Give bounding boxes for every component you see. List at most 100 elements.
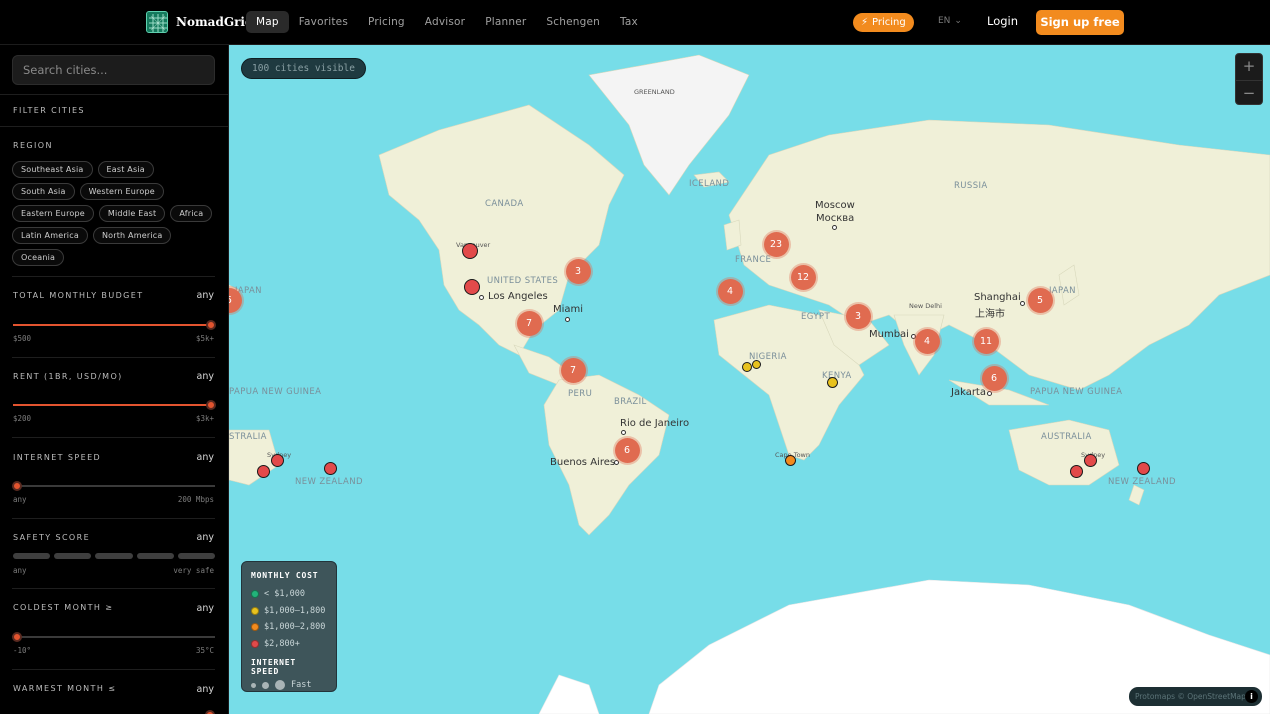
city-marker-lagos[interactable]	[742, 362, 752, 372]
safety-min: any	[13, 566, 27, 575]
zoom-out-button[interactable]: −	[1236, 80, 1262, 106]
city-marker-auckland-left[interactable]	[324, 462, 337, 475]
region-chip-east-asia[interactable]: East Asia	[97, 161, 154, 178]
city-marker-melbourne-left[interactable]	[257, 465, 270, 478]
city-marker-accra[interactable]	[752, 360, 761, 369]
region-chips: Southeast Asia East Asia South Asia West…	[12, 161, 217, 266]
city-marker-auckland[interactable]	[1137, 462, 1150, 475]
city-cluster[interactable]: 5	[1027, 287, 1053, 313]
city-marker-nairobi[interactable]	[827, 377, 838, 388]
rent-label: RENT (1BR, USD/MO)	[13, 372, 123, 381]
nav-map[interactable]: Map	[246, 11, 289, 33]
nav-planner[interactable]: Planner	[475, 11, 536, 33]
map-label-papua: PAPUA NEW GUINEA	[1030, 387, 1123, 397]
nav-advisor[interactable]: Advisor	[415, 11, 475, 33]
region-chip-latin-america[interactable]: Latin America	[12, 227, 88, 244]
coldest-slider[interactable]	[12, 632, 215, 642]
slider-handle[interactable]	[12, 632, 22, 642]
nav-pricing[interactable]: Pricing	[358, 11, 415, 33]
nav-tax[interactable]: Tax	[610, 11, 648, 33]
city-cluster[interactable]: 7	[560, 357, 586, 383]
city-marker-sydney-left[interactable]	[271, 454, 284, 467]
safety-bar[interactable]	[177, 553, 216, 559]
safety-bar[interactable]	[136, 553, 174, 559]
city-pin	[987, 391, 992, 396]
budget-min: $500	[13, 334, 32, 343]
nav-schengen[interactable]: Schengen	[536, 11, 610, 33]
zoom-in-button[interactable]: +	[1236, 54, 1262, 80]
map-label-brazil: BRAZIL	[614, 397, 647, 407]
divider	[0, 94, 228, 95]
map-label-united-states: UNITED STATES	[487, 276, 559, 286]
rent-max: $3k+	[195, 414, 214, 423]
warmest-slider[interactable]	[13, 710, 215, 714]
safety-bar[interactable]	[95, 553, 133, 559]
region-chip-western-europe[interactable]: Western Europe	[79, 183, 164, 200]
map-label-shanghai-cn: 上海市	[975, 309, 1005, 320]
speed-dot-small	[251, 682, 256, 688]
brand[interactable]: NomadGrid	[146, 11, 253, 33]
internet-slider[interactable]	[12, 481, 215, 491]
filter-sidebar: FILTER CITIES REGION Southeast Asia East…	[0, 45, 229, 714]
city-cluster[interactable]: 3	[565, 258, 591, 284]
map-basemap	[229, 54, 1270, 714]
city-cluster[interactable]: 7	[516, 310, 542, 336]
city-cluster[interactable]: 12	[790, 264, 816, 290]
pricing-pill-button[interactable]: ⚡ Pricing	[853, 13, 914, 32]
map-label-canada: CANADA	[485, 199, 524, 209]
city-marker-cape-town[interactable]	[785, 455, 796, 466]
city-pin	[832, 225, 837, 230]
city-cluster[interactable]: 3	[845, 303, 871, 329]
city-cluster[interactable]: 23	[763, 231, 789, 257]
region-chip-southeast-asia[interactable]: Southeast Asia	[12, 161, 93, 178]
region-chip-north-america[interactable]: North America	[92, 227, 172, 244]
legend-row: $2,800+	[251, 636, 327, 653]
rent-slider[interactable]	[13, 400, 216, 410]
map-attribution[interactable]: Protomaps © OpenStreetMap i	[1129, 687, 1262, 706]
language-label: EN	[938, 16, 951, 26]
city-cluster[interactable]: 6	[981, 365, 1007, 391]
login-link[interactable]: Login	[987, 14, 1018, 28]
slider-handle[interactable]	[206, 320, 216, 330]
city-cluster[interactable]: 4	[914, 328, 940, 354]
language-selector[interactable]: EN ⌄	[938, 16, 962, 26]
region-chip-middle-east[interactable]: Middle East	[98, 205, 166, 222]
map-label-australia-left: STRALIA	[229, 432, 267, 442]
city-marker-vancouver[interactable]	[462, 243, 478, 259]
safety-label: SAFETY SCORE	[13, 533, 91, 542]
map-label-buenos-aires: Buenos Aires	[550, 457, 616, 468]
nav-favorites[interactable]: Favorites	[289, 11, 358, 33]
city-cluster[interactable]: 11	[973, 328, 999, 354]
city-cluster[interactable]: 6	[614, 437, 640, 463]
world-map[interactable]: GREENLAND ICELAND CANADA RUSSIA UNITED S…	[229, 45, 1270, 714]
divider	[12, 669, 215, 670]
legend-row: < $1,000	[251, 586, 327, 603]
safety-bar[interactable]	[54, 553, 92, 559]
main-nav: Map Favorites Pricing Advisor Planner Sc…	[246, 11, 648, 33]
slider-handle[interactable]	[12, 481, 22, 491]
info-icon[interactable]: i	[1245, 690, 1258, 703]
city-cluster[interactable]: 4	[717, 278, 743, 304]
region-chip-south-asia[interactable]: South Asia	[12, 183, 75, 200]
budget-slider[interactable]	[13, 320, 216, 330]
map-label-greenland: GREENLAND	[634, 88, 675, 96]
signup-button[interactable]: Sign up free	[1036, 10, 1124, 35]
safety-score-selector[interactable]	[13, 553, 216, 559]
city-marker-san-francisco[interactable]	[464, 279, 480, 295]
map-label-moscow-ru: Москва	[816, 213, 855, 224]
legend-dot	[251, 606, 259, 615]
city-marker-sydney[interactable]	[1084, 454, 1097, 467]
city-marker-melbourne[interactable]	[1070, 465, 1083, 478]
budget-label: TOTAL MONTHLY BUDGET	[13, 291, 144, 300]
region-chip-eastern-europe[interactable]: Eastern Europe	[12, 205, 94, 222]
divider	[12, 588, 215, 589]
slider-fill	[13, 404, 207, 406]
legend-speed-title: INTERNET SPEED	[251, 658, 296, 676]
search-input[interactable]	[12, 55, 215, 85]
safety-bar[interactable]	[13, 553, 51, 559]
legend-dot	[251, 623, 259, 632]
slider-handle[interactable]	[205, 710, 215, 714]
slider-handle[interactable]	[206, 400, 216, 410]
region-chip-oceania[interactable]: Oceania	[12, 249, 65, 266]
region-chip-africa[interactable]: Africa	[170, 205, 213, 222]
